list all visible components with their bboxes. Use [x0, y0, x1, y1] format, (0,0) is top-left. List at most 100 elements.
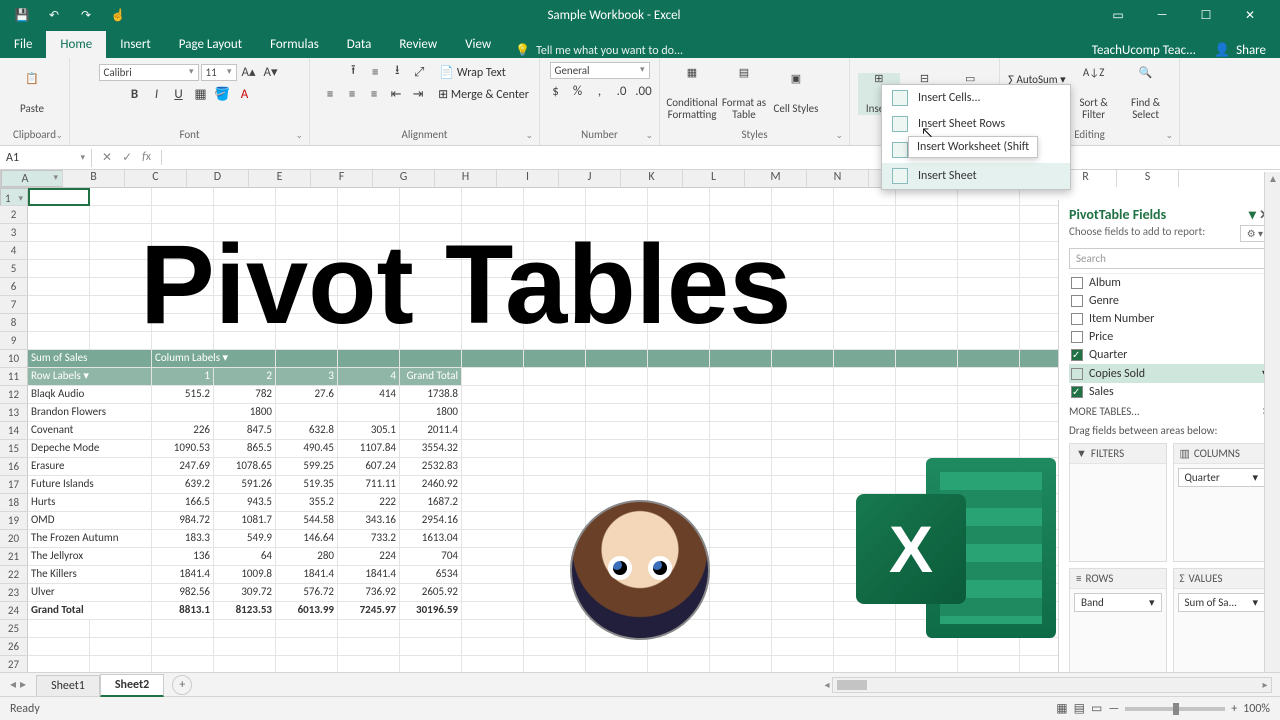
cell[interactable]: [462, 440, 524, 458]
row-header[interactable]: 19: [0, 512, 28, 530]
fields-search-input[interactable]: Search: [1069, 248, 1270, 269]
cell[interactable]: 343.16: [338, 512, 400, 530]
cell[interactable]: [896, 314, 958, 332]
cell[interactable]: 1090.53: [152, 440, 214, 458]
page-layout-view-icon[interactable]: ▤: [1074, 701, 1085, 716]
cell[interactable]: [28, 620, 90, 638]
cell[interactable]: [896, 368, 958, 386]
cell[interactable]: Brandon Flowers: [28, 404, 152, 422]
cell[interactable]: [772, 494, 834, 512]
column-header[interactable]: M: [745, 170, 807, 187]
cell[interactable]: [586, 368, 648, 386]
column-header[interactable]: F: [311, 170, 373, 187]
cell[interactable]: [524, 602, 586, 620]
increase-font-icon[interactable]: A▴: [239, 62, 259, 82]
cell[interactable]: 599.25: [276, 458, 338, 476]
column-header[interactable]: L: [683, 170, 745, 187]
cell[interactable]: [896, 242, 958, 260]
sort-filter-button[interactable]: A↓ZSort & Filter: [1070, 67, 1118, 121]
bold-button[interactable]: B: [125, 84, 145, 104]
cell[interactable]: 544.58: [276, 512, 338, 530]
cell[interactable]: 27.6: [276, 386, 338, 404]
cell[interactable]: [772, 404, 834, 422]
column-header[interactable]: H: [435, 170, 497, 187]
cell[interactable]: [338, 188, 400, 206]
cell[interactable]: [586, 638, 648, 656]
cell[interactable]: [710, 476, 772, 494]
cell[interactable]: 2460.92: [400, 476, 462, 494]
cell[interactable]: [524, 422, 586, 440]
cell[interactable]: [772, 440, 834, 458]
row-header[interactable]: 6: [0, 278, 28, 296]
cell[interactable]: [276, 620, 338, 638]
horizontal-scrollbar[interactable]: ◂▸: [832, 677, 1272, 693]
wrap-text-button[interactable]: 📄 Wrap Text: [439, 65, 506, 80]
cell[interactable]: [276, 350, 338, 368]
cell[interactable]: 3: [276, 368, 338, 386]
cell[interactable]: [834, 206, 896, 224]
checkbox-icon[interactable]: [1071, 313, 1083, 325]
cell[interactable]: 280: [276, 548, 338, 566]
cell[interactable]: 1841.4: [338, 566, 400, 584]
row-header[interactable]: 18: [0, 494, 28, 512]
cell[interactable]: [648, 458, 710, 476]
field-item[interactable]: Genre: [1069, 292, 1270, 310]
column-header[interactable]: I: [497, 170, 559, 187]
cell[interactable]: [710, 458, 772, 476]
cell[interactable]: [152, 188, 214, 206]
cell[interactable]: [834, 404, 896, 422]
cell[interactable]: 2: [214, 368, 276, 386]
cell[interactable]: 414: [338, 386, 400, 404]
field-item[interactable]: Item Number: [1069, 310, 1270, 328]
paste-button[interactable]: 📋Paste: [8, 73, 56, 115]
cell[interactable]: [524, 458, 586, 476]
cell[interactable]: [958, 242, 1020, 260]
align-center-icon[interactable]: ≡: [342, 84, 362, 104]
row-header[interactable]: 4: [0, 242, 28, 260]
italic-button[interactable]: I: [147, 84, 167, 104]
cell[interactable]: 2605.92: [400, 584, 462, 602]
cell[interactable]: [1020, 404, 1058, 422]
cell[interactable]: [834, 350, 896, 368]
cell[interactable]: [958, 188, 1020, 206]
cell[interactable]: [772, 422, 834, 440]
cell[interactable]: 222: [338, 494, 400, 512]
cell[interactable]: [90, 188, 152, 206]
zoom-out-icon[interactable]: —: [1108, 702, 1119, 716]
cell[interactable]: [586, 458, 648, 476]
cell[interactable]: [834, 188, 896, 206]
number-format-select[interactable]: General: [550, 62, 650, 79]
orientation-icon[interactable]: ⤢: [409, 62, 429, 82]
field-item[interactable]: Copies Sold▾: [1069, 364, 1270, 383]
cell[interactable]: [772, 188, 834, 206]
cell[interactable]: [214, 638, 276, 656]
cell[interactable]: [1020, 260, 1058, 278]
values-area[interactable]: Σ VALUESSum of Sa...▾: [1173, 568, 1271, 687]
cell[interactable]: [586, 422, 648, 440]
row-header[interactable]: 14: [0, 422, 28, 440]
column-header[interactable]: J: [559, 170, 621, 187]
formula-input[interactable]: [162, 156, 1280, 160]
decrease-font-icon[interactable]: A▾: [261, 62, 281, 82]
row-header[interactable]: 22: [0, 566, 28, 584]
cell[interactable]: 591.26: [214, 476, 276, 494]
cell[interactable]: [338, 404, 400, 422]
row-header[interactable]: 11: [0, 368, 28, 386]
cell[interactable]: OMD: [28, 512, 152, 530]
column-header[interactable]: E: [249, 170, 311, 187]
row-header[interactable]: 13: [0, 404, 28, 422]
cell[interactable]: [648, 368, 710, 386]
tab-file[interactable]: File: [0, 31, 46, 58]
page-break-view-icon[interactable]: ▭: [1091, 701, 1102, 716]
cell[interactable]: [524, 386, 586, 404]
cell[interactable]: [338, 620, 400, 638]
touch-mode-icon[interactable]: ☝: [112, 9, 124, 21]
cell[interactable]: [276, 638, 338, 656]
align-left-icon[interactable]: ≡: [320, 84, 340, 104]
name-box[interactable]: A1: [0, 149, 92, 167]
cell[interactable]: [462, 404, 524, 422]
cell[interactable]: [90, 638, 152, 656]
cell[interactable]: Covenant: [28, 422, 152, 440]
cell[interactable]: [958, 314, 1020, 332]
row-header[interactable]: 7: [0, 296, 28, 314]
